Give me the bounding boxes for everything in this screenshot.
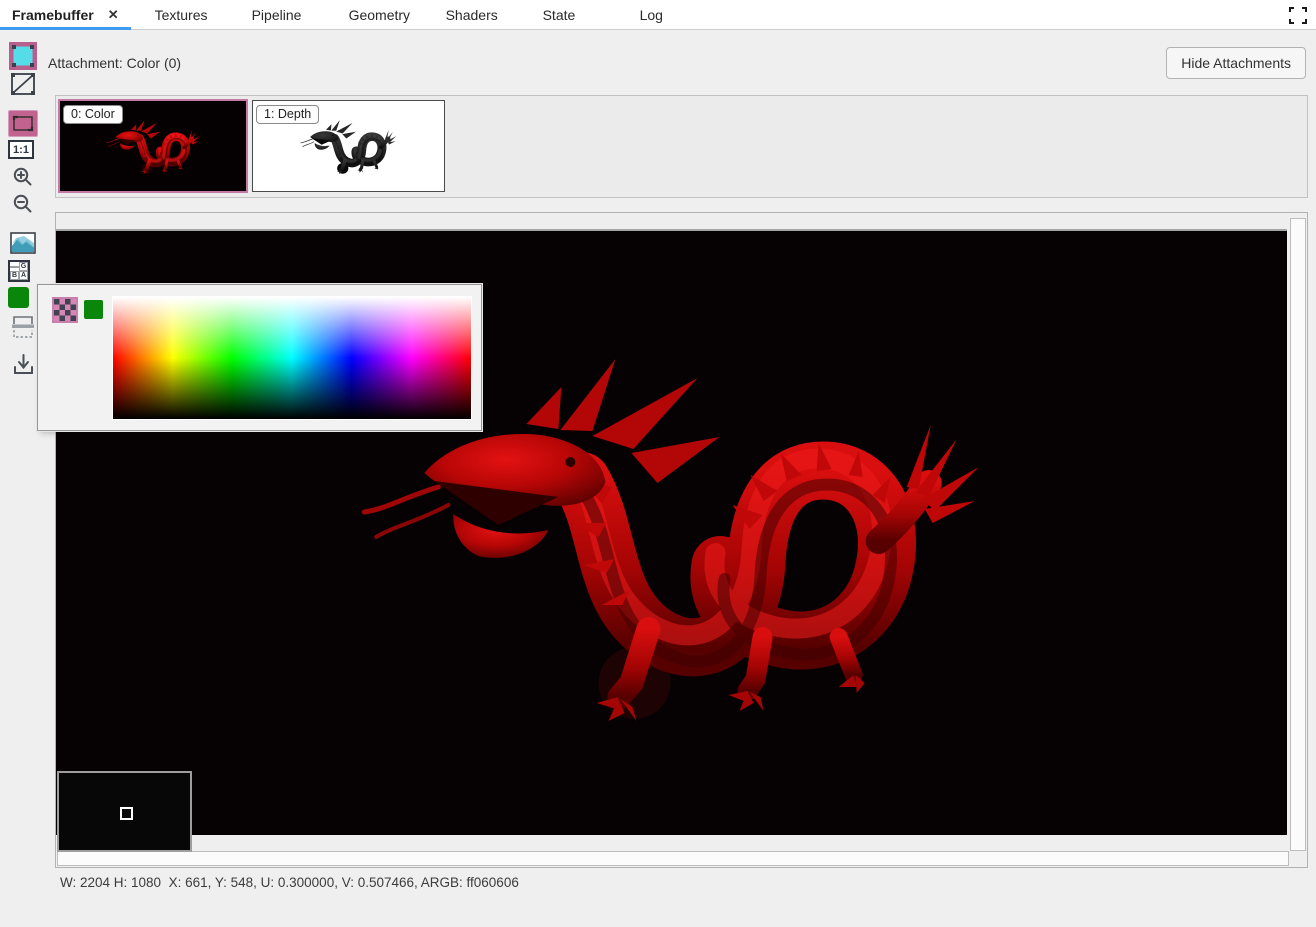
color-picker-popup: [38, 285, 481, 430]
channel-green-cell: G: [19, 262, 28, 271]
tab-shaders[interactable]: Shaders: [434, 0, 531, 29]
transparent-swatch[interactable]: [52, 297, 78, 323]
fit-to-window-button[interactable]: [8, 110, 38, 137]
close-icon[interactable]: ✕: [104, 7, 123, 23]
diagonal-wireframe-icon[interactable]: [8, 72, 38, 96]
zoom-in-icon[interactable]: [8, 166, 38, 188]
tab-framebuffer[interactable]: Framebuffer ✕: [0, 0, 131, 29]
rgba-channels-icon[interactable]: G B A: [8, 260, 30, 282]
tab-textures[interactable]: Textures: [143, 0, 240, 29]
attachment-thumbnail-depth[interactable]: 1: Depth: [252, 100, 445, 192]
tab-pipeline[interactable]: Pipeline: [240, 0, 337, 29]
fullscreen-icon[interactable]: [1288, 6, 1308, 24]
viewer-top-strip: [56, 213, 1288, 229]
status-bar-text: W: 2204 H: 1080 X: 661, Y: 548, U: 0.300…: [60, 875, 519, 890]
attachments-panel: 0: Color 1: Depth: [55, 95, 1308, 198]
color-gradient-field[interactable]: [112, 296, 472, 420]
channel-blue-cell: B: [10, 271, 19, 280]
attachment-header-label: Attachment: Color (0): [48, 55, 181, 71]
background-color-swatch[interactable]: [8, 287, 29, 308]
channel-red-cell: [10, 266, 19, 268]
zoom-out-icon[interactable]: [8, 193, 38, 215]
actual-size-button[interactable]: 1:1: [8, 140, 34, 159]
minimap-viewport-indicator[interactable]: [120, 807, 133, 820]
hide-attachments-button[interactable]: Hide Attachments: [1166, 47, 1306, 79]
tab-state[interactable]: State: [531, 0, 628, 29]
tab-bar: Framebuffer ✕ Textures Pipeline Geometry…: [0, 0, 1316, 30]
attachment-thumbnail-color[interactable]: 0: Color: [58, 99, 248, 193]
tab-framebuffer-label: Framebuffer: [12, 7, 94, 23]
tab-log[interactable]: Log: [628, 0, 725, 29]
image-view-icon[interactable]: [8, 232, 38, 254]
horizontal-scrollbar[interactable]: [57, 851, 1289, 866]
split-view-icon[interactable]: [8, 314, 38, 339]
tab-geometry[interactable]: Geometry: [337, 0, 434, 29]
thumbnail-label-depth: 1: Depth: [256, 105, 319, 124]
channel-alpha-cell: A: [19, 271, 28, 280]
active-tab-underline: [0, 27, 131, 30]
minimap[interactable]: [57, 771, 192, 852]
vertical-scrollbar[interactable]: [1290, 218, 1306, 851]
green-swatch[interactable]: [84, 300, 103, 319]
alpha-background-swatch-icon[interactable]: [8, 42, 38, 70]
download-icon[interactable]: [8, 353, 38, 376]
thumbnail-label-color: 0: Color: [63, 105, 123, 124]
